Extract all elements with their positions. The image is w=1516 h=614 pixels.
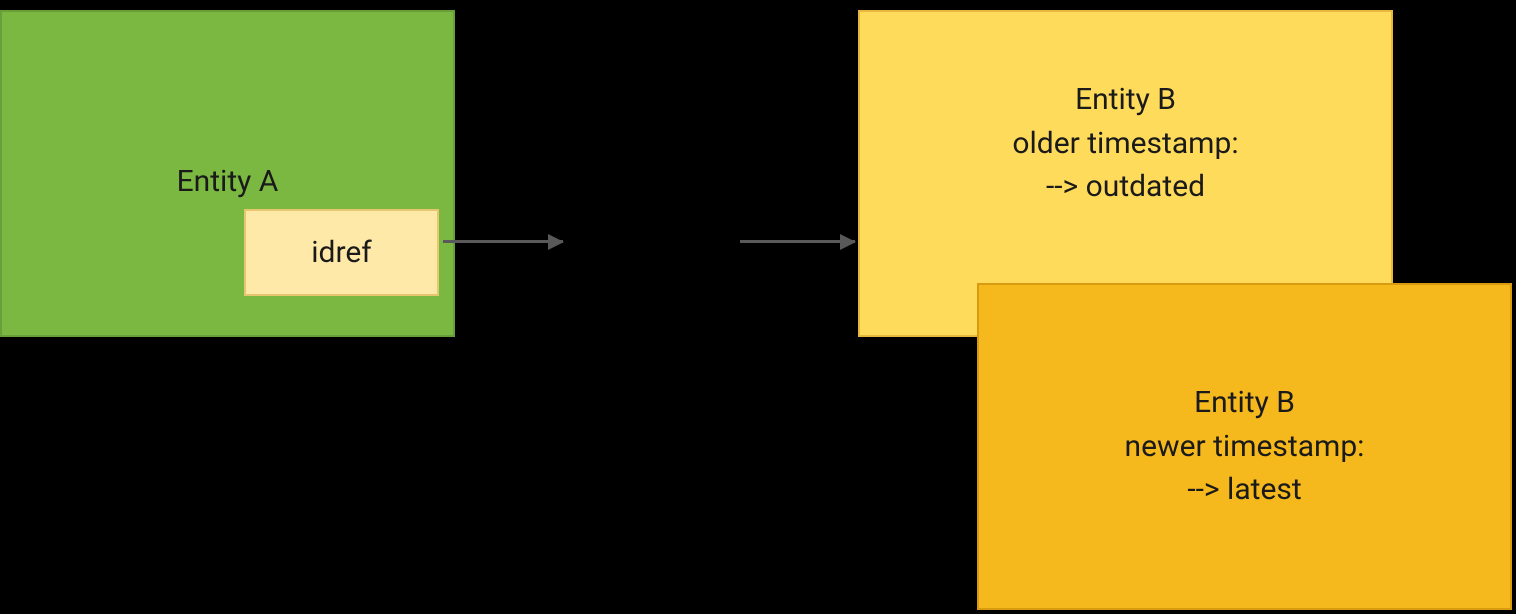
entity-a-label: Entity A <box>177 164 279 199</box>
entity-b-new-status: --> latest <box>1187 468 1301 512</box>
arrow-to-entity-b <box>740 240 855 243</box>
idref-label: idref <box>311 235 371 270</box>
entity-a-box: Entity A idref <box>0 10 455 337</box>
entity-b-new-title: Entity B <box>1194 381 1295 425</box>
arrow-from-idref <box>443 240 563 243</box>
entity-b-old-title: Entity B <box>1075 78 1176 122</box>
idref-box: idref <box>244 209 439 296</box>
entity-b-old-timestamp: older timestamp: <box>1012 122 1238 166</box>
entity-b-new-timestamp: newer timestamp: <box>1125 425 1365 469</box>
entity-b-new-box: Entity B newer timestamp: --> latest <box>977 283 1512 610</box>
entity-b-old-status: --> outdated <box>1046 165 1205 209</box>
